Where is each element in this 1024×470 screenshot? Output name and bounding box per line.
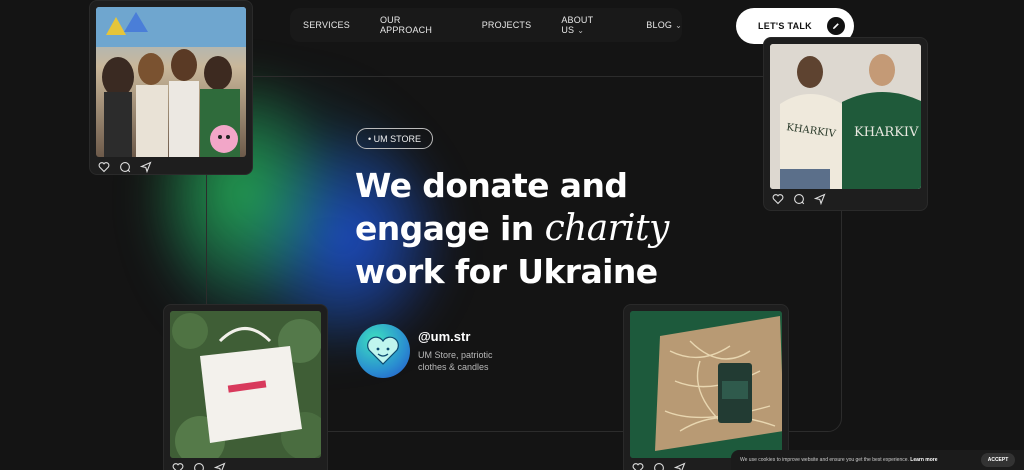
comment-icon[interactable]: [793, 193, 805, 205]
heart-icon[interactable]: [772, 193, 784, 205]
social-card-group-photo[interactable]: [89, 0, 253, 175]
store-tag[interactable]: • UM STORE: [356, 128, 433, 149]
card-actions: [96, 157, 246, 173]
heart-icon[interactable]: [98, 161, 110, 173]
social-card-candle-photo[interactable]: [623, 304, 789, 470]
group-photo: [96, 7, 246, 157]
share-icon[interactable]: [674, 462, 686, 470]
chevron-down-icon: ⌄: [675, 21, 682, 30]
accept-cookies-button[interactable]: ACCEPT: [981, 453, 1015, 467]
comment-icon[interactable]: [193, 462, 205, 470]
profile-text: @um.str UM Store, patriotic clothes & ca…: [418, 329, 508, 373]
hoodies-photo: KHARKIV KHARKIV: [770, 44, 921, 189]
share-icon[interactable]: [814, 193, 826, 205]
nav-item-blog[interactable]: BLOG ⌄: [646, 20, 682, 30]
comment-icon[interactable]: [653, 462, 665, 470]
learn-more-link[interactable]: Learn more: [910, 457, 937, 463]
smiling-heart-icon: [367, 336, 399, 365]
headline-italic: charity: [544, 208, 670, 249]
headline-part2: work for Ukraine: [355, 252, 658, 291]
tote-bag-photo: [170, 311, 321, 458]
profile-handle[interactable]: @um.str: [418, 329, 508, 344]
share-icon[interactable]: [214, 462, 226, 470]
store-profile[interactable]: @um.str UM Store, patriotic clothes & ca…: [356, 324, 508, 378]
nav-item-services[interactable]: SERVICES: [303, 20, 350, 30]
card-actions: [770, 189, 921, 205]
nav-item-about-us[interactable]: ABOUT US ⌄: [561, 15, 616, 35]
share-icon[interactable]: [140, 161, 152, 173]
candle-box-photo: [630, 311, 782, 458]
pencil-icon: [827, 17, 845, 35]
nav-item-our-approach[interactable]: OUR APPROACH: [380, 15, 452, 35]
avatar: [356, 324, 410, 378]
social-card-hoodies-photo[interactable]: KHARKIV KHARKIV: [763, 37, 928, 211]
heart-icon[interactable]: [632, 462, 644, 470]
kharkiv-print: KHARKIV: [854, 125, 919, 140]
cookie-text: We use cookies to improve website and en…: [740, 457, 909, 463]
comment-icon[interactable]: [119, 161, 131, 173]
hero-headline: We donate and engage in charity work for…: [355, 164, 715, 293]
nav-menu: SERVICES OUR APPROACH PROJECTS ABOUT US ⌄…: [290, 8, 682, 42]
nav-item-blog-label: BLOG: [646, 20, 673, 30]
profile-description: UM Store, patriotic clothes & candles: [418, 350, 493, 372]
nav-item-projects[interactable]: PROJECTS: [482, 20, 532, 30]
heart-icon[interactable]: [172, 462, 184, 470]
chevron-down-icon: ⌄: [577, 26, 585, 35]
social-card-tote-photo[interactable]: [163, 304, 328, 470]
lets-talk-label: LET'S TALK: [758, 21, 812, 31]
card-actions: [170, 458, 321, 470]
